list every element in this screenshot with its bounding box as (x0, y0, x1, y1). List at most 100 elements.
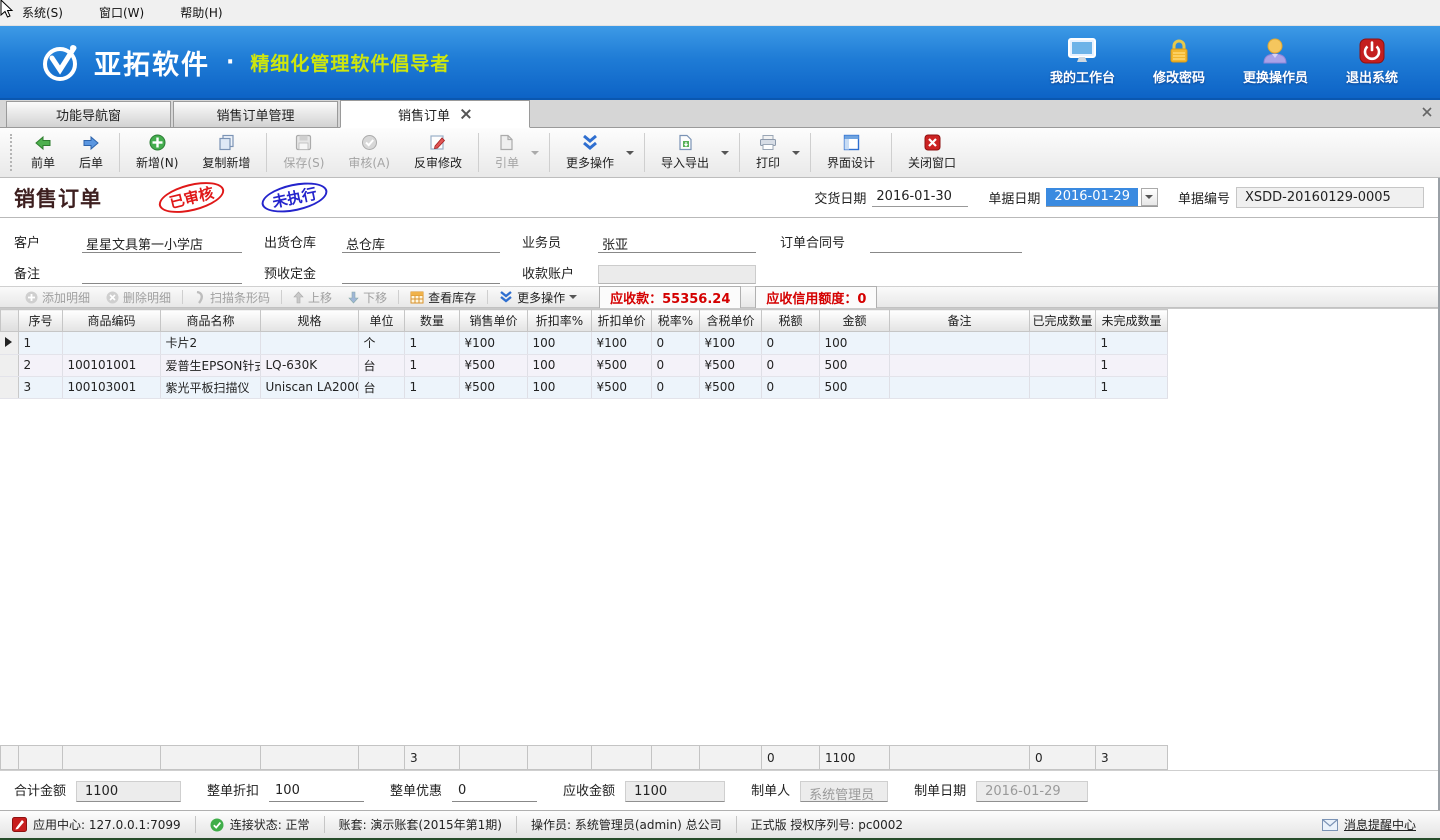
col-header[interactable]: 折扣单价 (592, 310, 652, 332)
col-header[interactable]: 销售单价 (460, 310, 528, 332)
delivery-date-field[interactable]: 2016-01-30 (872, 188, 968, 207)
delete-detail-button[interactable]: 删除明细 (98, 287, 179, 307)
change-password-button[interactable]: 修改密码 (1153, 38, 1205, 86)
order-discount-label: 整单折扣 (207, 780, 259, 802)
move-up-button[interactable]: 上移 (285, 287, 340, 307)
copy-new-button[interactable]: 复制新增 (190, 128, 262, 177)
move-down-button[interactable]: 下移 (340, 287, 395, 307)
message-center-link[interactable]: 消息提醒中心 (1344, 816, 1416, 833)
detail-more-actions-button[interactable]: 更多操作 (491, 287, 585, 307)
tab-sales-order[interactable]: 销售订单 (340, 100, 530, 128)
col-header[interactable]: 商品名称 (161, 310, 261, 332)
col-header[interactable]: 商品编码 (63, 310, 161, 332)
switch-operator-button[interactable]: 更换操作员 (1243, 38, 1308, 86)
save-label: 保存(S) (283, 154, 324, 171)
view-stock-button[interactable]: 查看库存 (402, 287, 484, 307)
row-selector[interactable] (0, 354, 18, 376)
my-workbench-button[interactable]: 我的工作台 (1050, 38, 1115, 86)
brand-name: 亚拓软件 (94, 43, 210, 82)
tab-function-nav-label: 功能导航窗 (56, 105, 121, 124)
col-header[interactable]: 未完成数量 (1096, 310, 1168, 332)
menu-system[interactable]: 系统(S) (18, 2, 67, 23)
col-header[interactable]: 金额 (820, 310, 890, 332)
tab-function-nav[interactable]: 功能导航窗 (6, 101, 171, 127)
remark-field[interactable] (82, 265, 242, 284)
import-export-dropdown[interactable] (721, 128, 735, 177)
table-row[interactable]: 1卡片2个1¥100100¥1000¥10001001 (0, 332, 1167, 354)
contract-field[interactable] (870, 234, 1022, 253)
toolbar-separator (266, 133, 267, 172)
make-date-label: 制单日期 (914, 780, 966, 802)
salesman-field[interactable]: 张亚 (598, 234, 756, 253)
save-button[interactable]: 保存(S) (271, 128, 336, 177)
delivery-date-label: 交货日期 (814, 188, 866, 207)
col-header[interactable]: 税额 (762, 310, 820, 332)
doc-date-value[interactable]: 2016-01-29 (1046, 188, 1138, 206)
order-rebate-field[interactable]: 0 (452, 781, 537, 802)
pull-doc-button[interactable]: 引单 (483, 128, 531, 177)
new-label: 新增(N) (136, 154, 178, 171)
col-header[interactable]: 规格 (261, 310, 359, 332)
tab-close-icon[interactable] (460, 108, 472, 120)
deposit-field[interactable] (342, 265, 500, 284)
summary-qty: 3 (405, 746, 460, 770)
doc-no-label: 单据编号 (1178, 188, 1230, 207)
col-header[interactable]: 数量 (405, 310, 460, 332)
print-dropdown[interactable] (792, 128, 806, 177)
current-row-pointer-icon (5, 337, 12, 347)
col-header[interactable]: 已完成数量 (1030, 310, 1096, 332)
pull-doc-group: 引单 (483, 128, 545, 177)
order-form: 客户星星文具第一小学店 出货仓库总仓库 业务员张亚 订单合同号 备注 预收定金 … (0, 218, 1438, 286)
table-row[interactable]: 3100103001紫光平板扫描仪Uniscan LA2000台1¥500100… (0, 376, 1167, 398)
dropdown-caret-icon (569, 295, 577, 299)
tabstrip-close-icon[interactable] (1420, 105, 1434, 119)
scan-barcode-button[interactable]: 扫描条形码 (186, 287, 278, 307)
exit-system-button[interactable]: 退出系统 (1346, 38, 1398, 86)
print-button[interactable]: 打印 (744, 128, 792, 177)
pull-doc-dropdown[interactable] (531, 128, 545, 177)
col-header[interactable]: 税率% (652, 310, 700, 332)
col-header[interactable]: 含税单价 (700, 310, 762, 332)
remark-label: 备注 (14, 263, 82, 284)
brand-logo-icon (38, 40, 82, 84)
add-detail-button[interactable]: 添加明细 (17, 287, 98, 307)
doc-date-combo[interactable]: 2016-01-29 (1046, 188, 1158, 207)
import-export-button[interactable]: 导入导出 (649, 128, 721, 177)
row-selector[interactable] (0, 332, 18, 354)
row-selector[interactable] (0, 376, 18, 398)
brand: 亚拓软件 · 精细化管理软件倡导者 (38, 40, 450, 84)
warehouse-label: 出货仓库 (264, 232, 342, 253)
tab-sales-order-mgmt[interactable]: 销售订单管理 (173, 101, 338, 127)
prev-doc-button[interactable]: 前单 (19, 128, 67, 177)
account-label: 收款账户 (522, 263, 598, 284)
app-window: 系统(S) 窗口(W) 帮助(H) 亚拓软件 · 精细化管理软件倡导者 我的工作… (0, 0, 1440, 840)
page-title: 销售订单 (14, 183, 102, 213)
col-header[interactable]: 单位 (359, 310, 405, 332)
order-discount-field[interactable]: 100 (269, 781, 364, 802)
new-button[interactable]: 新增(N) (124, 128, 190, 177)
more-actions-button[interactable]: 更多操作 (554, 128, 626, 177)
menu-help[interactable]: 帮助(H) (176, 2, 226, 23)
message-center[interactable]: 消息提醒中心 (1308, 816, 1430, 833)
view-stock-label: 查看库存 (428, 289, 476, 306)
unaudit-edit-button[interactable]: 反审修改 (402, 128, 474, 177)
customer-label: 客户 (14, 232, 82, 253)
delete-detail-label: 删除明细 (123, 289, 171, 306)
next-doc-button[interactable]: 后单 (67, 128, 115, 177)
doc-date-dropdown[interactable] (1141, 188, 1158, 206)
more-actions-dropdown[interactable] (626, 128, 640, 177)
col-header[interactable]: 备注 (890, 310, 1030, 332)
warehouse-field[interactable]: 总仓库 (342, 234, 500, 253)
menu-window[interactable]: 窗口(W) (95, 2, 148, 23)
ui-design-button[interactable]: 界面设计 (815, 128, 887, 177)
col-header[interactable]: 折扣率% (528, 310, 592, 332)
app-center-icon (12, 817, 27, 832)
table-row[interactable]: 2100101001爱普生EPSON针式打印LQ-630K台1¥500100¥5… (0, 354, 1167, 376)
customer-field[interactable]: 星星文具第一小学店 (82, 234, 242, 253)
toolbar-separator (119, 133, 120, 172)
col-header[interactable]: 序号 (19, 310, 63, 332)
import-export-label: 导入导出 (661, 154, 709, 171)
toolbar-separator (549, 133, 550, 172)
close-window-button[interactable]: 关闭窗口 (896, 128, 968, 177)
audit-button[interactable]: 审核(A) (336, 128, 402, 177)
